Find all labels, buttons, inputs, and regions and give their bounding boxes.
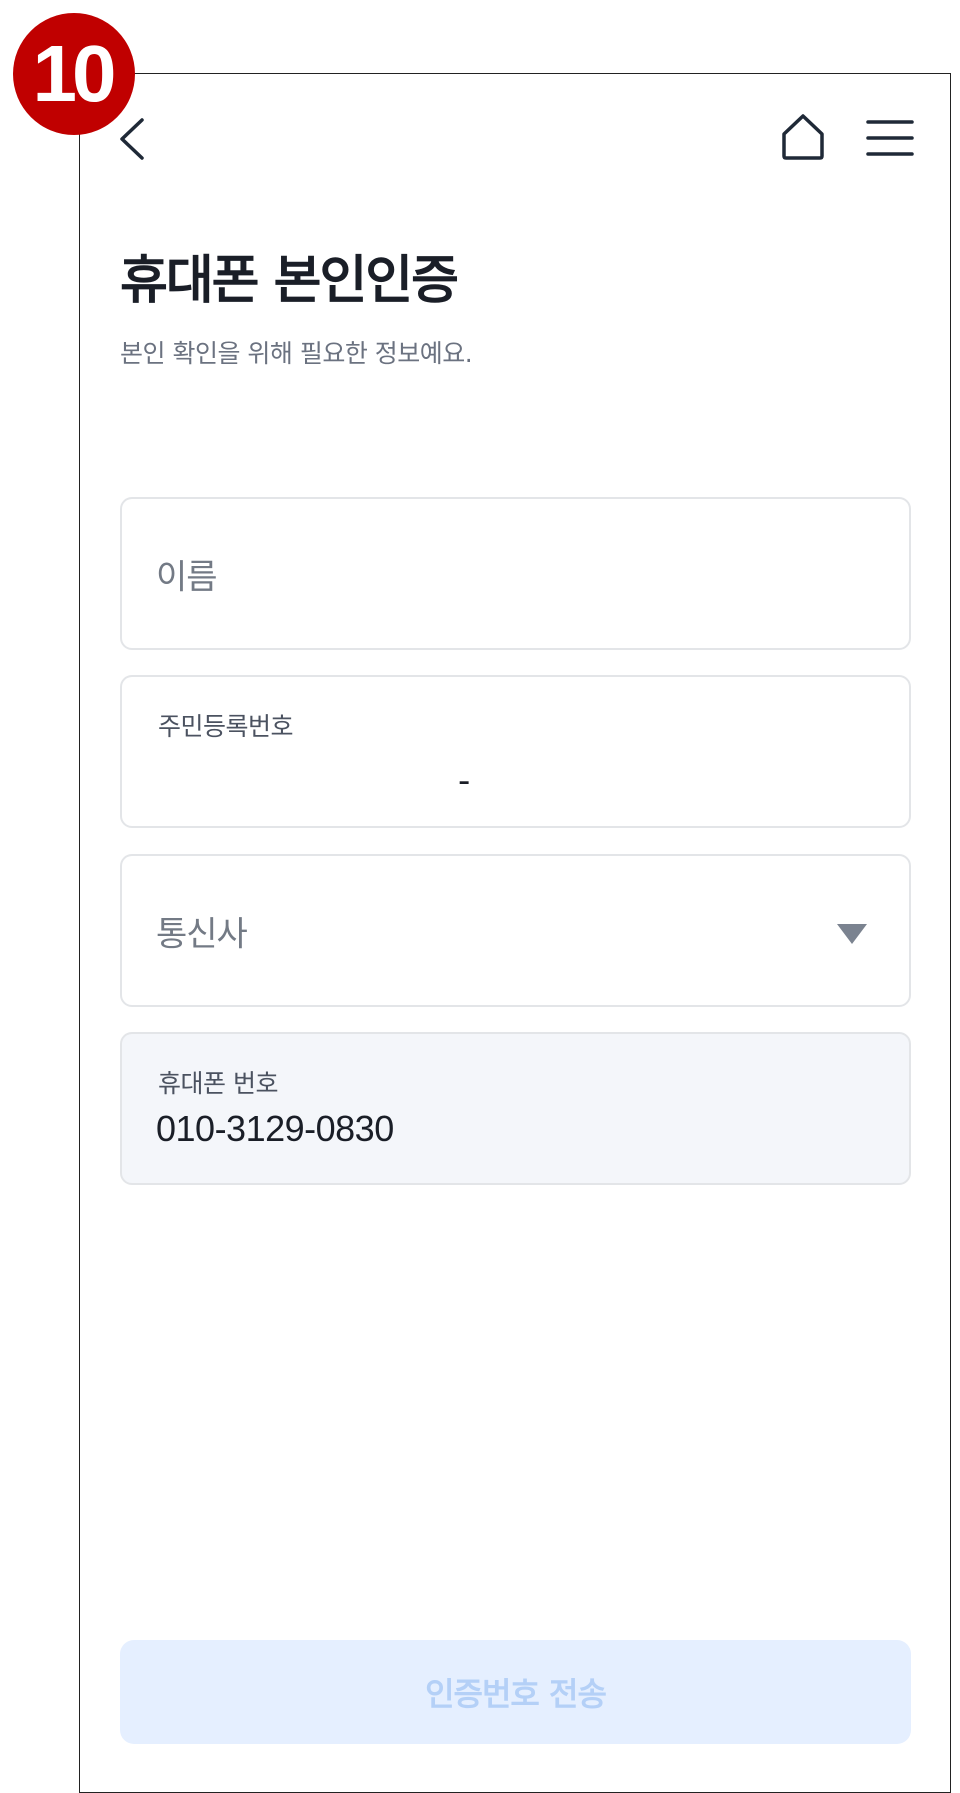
carrier-placeholder: 통신사 [156,914,248,954]
step-number-badge: 10 [13,13,135,135]
name-input[interactable]: 이름 [120,497,911,650]
resident-number-separator: - [458,761,471,801]
resident-number-label: 주민등록번호 [158,712,294,741]
phone-number-field: 휴대폰 번호 010-3129-0830 [120,1032,911,1185]
page-title: 휴대폰 본인인증 [120,251,459,311]
name-placeholder: 이름 [156,557,218,597]
hamburger-menu-icon [866,120,914,156]
chevron-left-icon [120,118,144,160]
resident-number-input[interactable]: 주민등록번호 - [120,675,911,828]
send-verification-code-button[interactable]: 인증번호 전송 [120,1640,911,1744]
carrier-select[interactable]: 통신사 [120,854,911,1007]
phone-number-label: 휴대폰 번호 [158,1069,278,1098]
home-button[interactable] [778,110,828,164]
phone-number-value: 010-3129-0830 [156,1108,394,1149]
home-icon [782,114,824,160]
back-button[interactable] [110,114,154,164]
dropdown-arrow-icon [837,924,867,944]
page-subtitle: 본인 확인을 위해 필요한 정보예요. [120,339,473,368]
menu-button[interactable] [864,116,916,160]
